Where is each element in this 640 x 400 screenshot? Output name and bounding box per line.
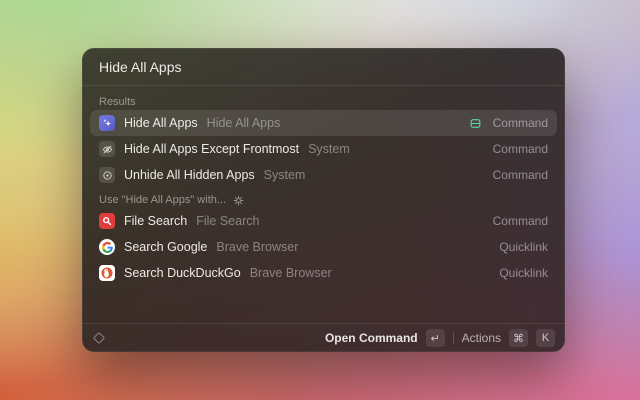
k-key-badge: K bbox=[536, 329, 555, 347]
raycast-logo-icon bbox=[92, 331, 106, 345]
eye-icon bbox=[99, 167, 115, 183]
result-subtitle: Brave Browser bbox=[250, 266, 332, 280]
search-input[interactable]: Hide All Apps bbox=[99, 59, 182, 75]
result-type-label: Command bbox=[493, 168, 548, 182]
result-type-label: Command bbox=[493, 214, 548, 228]
section-title: Results bbox=[99, 96, 136, 108]
result-type-label: Quicklink bbox=[499, 240, 548, 254]
footer-divider bbox=[453, 332, 454, 344]
result-row[interactable]: Hide All Apps Except Frontmost System Comm… bbox=[90, 136, 557, 162]
result-title: Hide All Apps Except Frontmost bbox=[124, 142, 299, 156]
result-subtitle: System bbox=[264, 168, 306, 182]
cmd-key-badge: ⌘ bbox=[509, 329, 528, 347]
result-title: File Search bbox=[124, 214, 187, 228]
file-search-icon bbox=[99, 213, 115, 229]
results-sections: Results Hide All Apps Hide All Apps Command… bbox=[90, 90, 557, 286]
actions-button[interactable]: Actions bbox=[462, 331, 501, 345]
section-header: Results bbox=[90, 90, 557, 110]
result-subtitle: System bbox=[308, 142, 350, 156]
results-panel: Results Hide All Apps Hide All Apps Command… bbox=[82, 86, 565, 323]
result-type-label: Quicklink bbox=[499, 266, 548, 280]
duckduckgo-icon bbox=[99, 265, 115, 281]
footer-bar: Open Command ↵ Actions ⌘ K bbox=[82, 323, 565, 352]
window-icon bbox=[469, 117, 482, 130]
result-row[interactable]: Unhide All Hidden Apps System Command bbox=[90, 162, 557, 188]
result-type-label: Command bbox=[493, 142, 548, 156]
result-subtitle: Hide All Apps bbox=[207, 116, 281, 130]
section-title: Use "Hide All Apps" with... bbox=[99, 194, 226, 206]
result-title: Unhide All Hidden Apps bbox=[124, 168, 255, 182]
desktop-background: Hide All Apps ResultsHide All AppsHide A… bbox=[0, 0, 640, 400]
section-header: Use "Hide All Apps" with... bbox=[90, 188, 557, 208]
result-row[interactable]: File Search File Search Command bbox=[90, 208, 557, 234]
result-row[interactable]: Search DuckDuckGo Brave Browser Quicklink bbox=[90, 260, 557, 286]
hide-all-apps-icon bbox=[99, 115, 115, 131]
result-title: Search DuckDuckGo bbox=[124, 266, 241, 280]
result-subtitle: File Search bbox=[196, 214, 259, 228]
eye-slash-icon bbox=[99, 141, 115, 157]
result-row[interactable]: Search Google Brave Browser Quicklink bbox=[90, 234, 557, 260]
result-subtitle: Brave Browser bbox=[216, 240, 298, 254]
result-title: Hide All Apps bbox=[124, 116, 198, 130]
enter-key-badge: ↵ bbox=[426, 329, 445, 347]
result-type-label: Command bbox=[493, 116, 548, 130]
result-title: Search Google bbox=[124, 240, 207, 254]
google-icon bbox=[99, 239, 115, 255]
open-command-button[interactable]: Open Command bbox=[325, 331, 418, 345]
launcher-window: Hide All Apps ResultsHide All AppsHide A… bbox=[82, 48, 565, 352]
result-row[interactable]: Hide All Apps Hide All Apps Command bbox=[90, 110, 557, 136]
gear-icon[interactable] bbox=[233, 195, 244, 206]
search-bar[interactable]: Hide All Apps bbox=[82, 48, 565, 86]
